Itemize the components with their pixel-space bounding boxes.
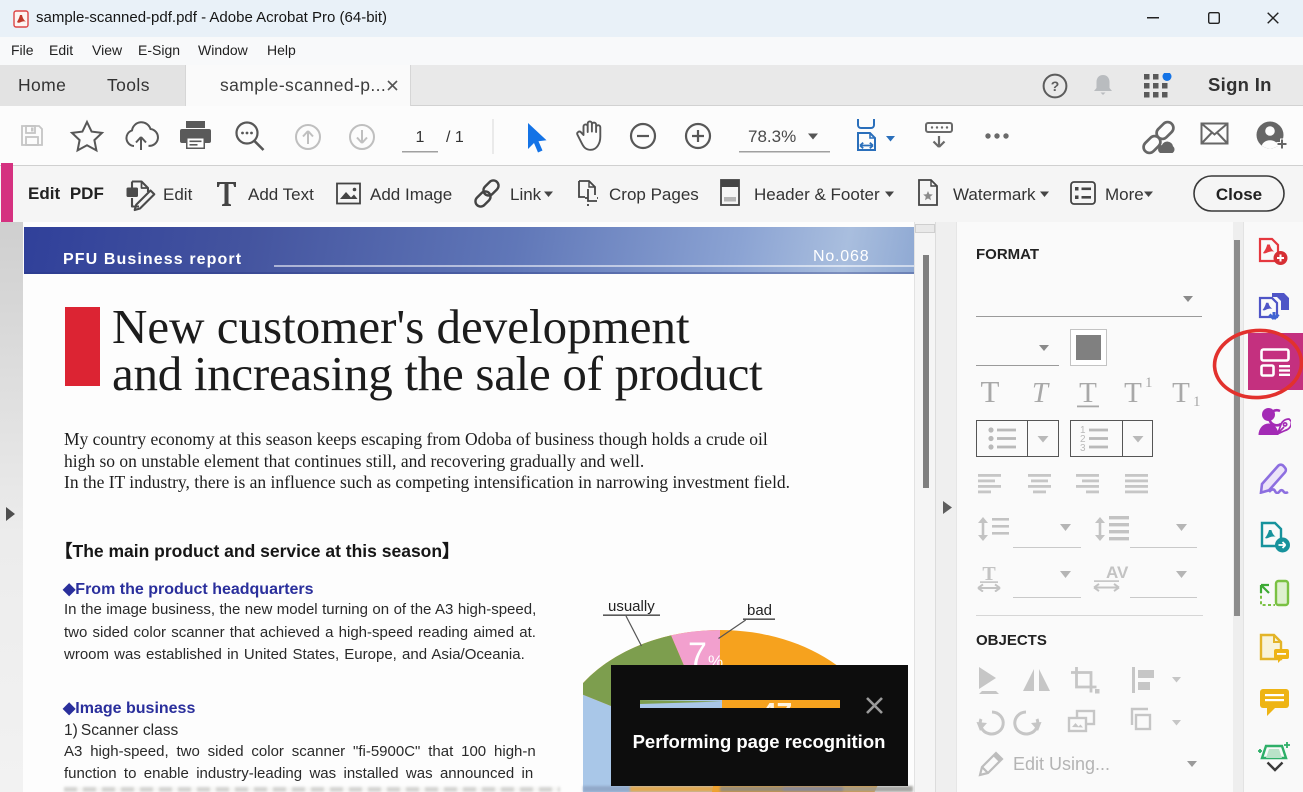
svg-text:Crop Pages: Crop Pages	[609, 185, 699, 204]
svg-text:78.3%: 78.3%	[748, 127, 796, 146]
svg-text:Watermark: Watermark	[953, 185, 1036, 204]
svg-text:?: ?	[1051, 78, 1060, 94]
svg-text:3: 3	[1080, 443, 1086, 454]
svg-text:Add Image: Add Image	[370, 185, 452, 204]
svg-text:usually: usually	[608, 598, 655, 615]
svg-text:1: 1	[416, 129, 425, 146]
svg-text:Link: Link	[510, 185, 542, 204]
svg-text:bad: bad	[747, 602, 772, 619]
svg-text:T: T	[1172, 377, 1190, 409]
svg-text:1: 1	[1145, 375, 1153, 391]
svg-text:1: 1	[1193, 394, 1201, 410]
svg-text:AV: AV	[1106, 564, 1129, 582]
svg-text:Add Text: Add Text	[248, 185, 314, 204]
svg-text:Performing page recognition: Performing page recognition	[633, 731, 886, 752]
svg-text:Edit: Edit	[163, 185, 193, 204]
svg-text:Close: Close	[1216, 185, 1262, 204]
svg-text:More: More	[1105, 185, 1144, 204]
svg-text:T: T	[981, 374, 1000, 409]
svg-text:T: T	[1079, 377, 1097, 409]
svg-text:Header & Footer: Header & Footer	[754, 185, 880, 204]
svg-text:/ 1: / 1	[446, 129, 464, 146]
svg-text:T: T	[1032, 377, 1050, 409]
svg-text:47: 47	[761, 697, 792, 728]
svg-text:T: T	[1124, 377, 1142, 409]
